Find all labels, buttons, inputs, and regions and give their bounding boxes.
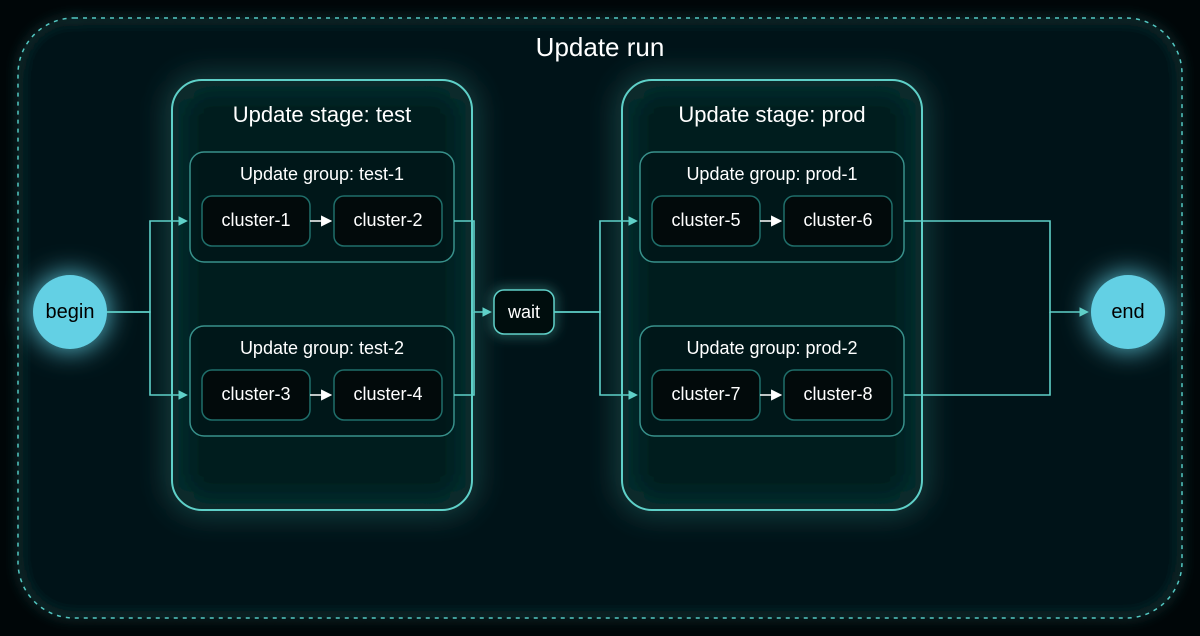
run-title: Update run <box>536 32 665 62</box>
cluster-5-label: cluster-5 <box>671 210 740 230</box>
cluster-4-label: cluster-4 <box>353 384 422 404</box>
cluster-2-label: cluster-2 <box>353 210 422 230</box>
cluster-7-label: cluster-7 <box>671 384 740 404</box>
stage-prod-title: Update stage: prod <box>678 102 865 127</box>
cluster-8-label: cluster-8 <box>803 384 872 404</box>
begin-label: begin <box>46 301 95 323</box>
end-label: end <box>1111 301 1144 323</box>
cluster-6-label: cluster-6 <box>803 210 872 230</box>
group-test-2-title: Update group: test-2 <box>240 338 404 358</box>
cluster-3-label: cluster-3 <box>221 384 290 404</box>
stage-test <box>172 80 472 510</box>
group-prod-2-title: Update group: prod-2 <box>686 338 857 358</box>
stage-prod <box>622 80 922 510</box>
group-test-1-title: Update group: test-1 <box>240 164 404 184</box>
stage-test-title: Update stage: test <box>233 102 412 127</box>
wait-label: wait <box>507 302 540 322</box>
update-run-diagram: Update run begin end Update stage: test … <box>0 0 1200 636</box>
group-prod-1-title: Update group: prod-1 <box>686 164 857 184</box>
cluster-1-label: cluster-1 <box>221 210 290 230</box>
